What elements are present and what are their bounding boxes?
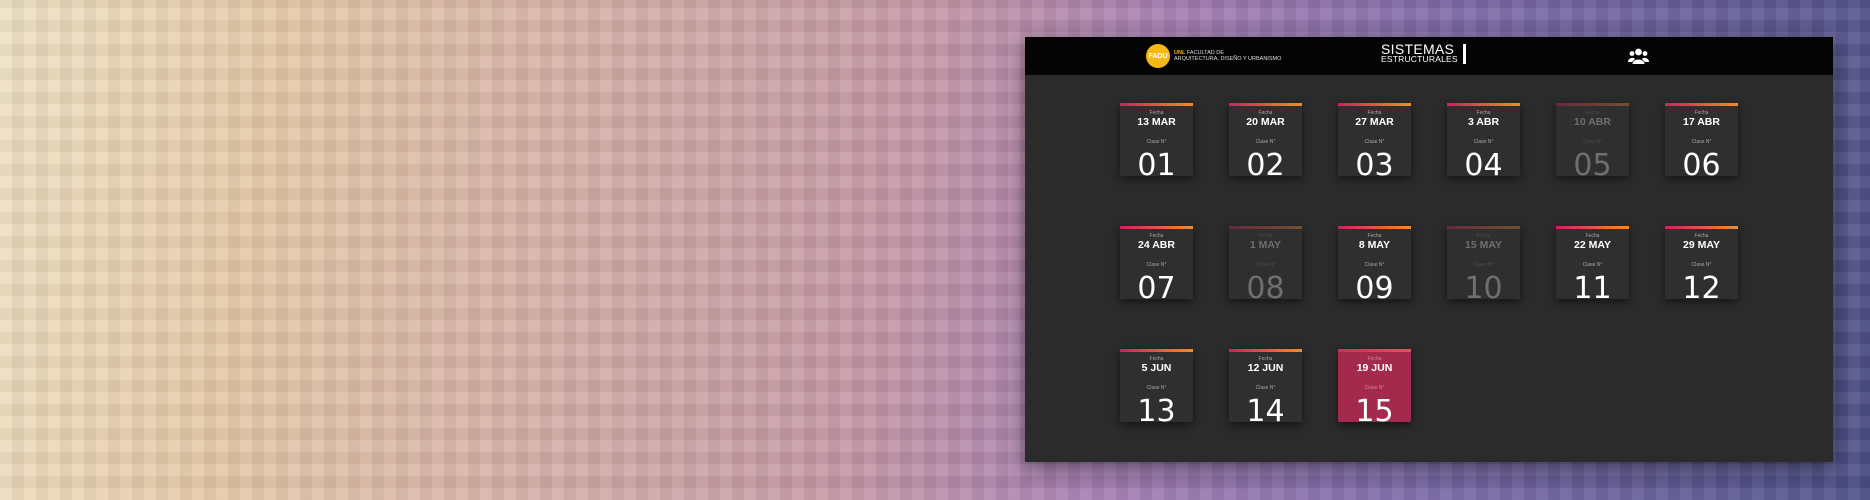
title-line2: ESTRUCTURALES	[1381, 54, 1458, 64]
class-number: 05	[1573, 148, 1612, 183]
clase-label: Clase N°	[1255, 385, 1276, 391]
class-date: 24 ABR	[1138, 239, 1175, 251]
class-card[interactable]: Fecha 20 MAR Clase N° 02	[1229, 103, 1302, 182]
class-number: 10	[1464, 271, 1503, 306]
clase-label: Clase N°	[1582, 139, 1603, 145]
faculty-line2: ARQUITECTURA, DISEÑO Y URBANISMO	[1174, 56, 1282, 62]
title-line1: SISTEMAS	[1381, 41, 1455, 57]
class-date: 13 MAR	[1137, 116, 1176, 128]
class-card[interactable]: Fecha 13 MAR Clase N° 01	[1120, 103, 1193, 182]
class-date: 15 MAY	[1465, 239, 1502, 251]
fecha-label: Fecha	[1258, 110, 1273, 116]
class-grid: Fecha 13 MAR Clase N° 01 Fecha 20 MAR Clase N°…	[1120, 103, 1738, 428]
class-card[interactable]: Fecha 8 MAY Clase N° 09	[1338, 226, 1411, 305]
class-number: 09	[1355, 271, 1394, 306]
class-number: 14	[1246, 394, 1285, 429]
clase-label: Clase N°	[1146, 385, 1167, 391]
faculty-line1: FACULTAD DE	[1186, 49, 1224, 56]
fecha-label: Fecha	[1694, 233, 1709, 239]
title-divider	[1462, 44, 1466, 64]
course-title: SISTEMAS ESTRUCTURALES	[1381, 41, 1466, 64]
clase-label: Clase N°	[1691, 262, 1712, 268]
university-label: UNL	[1174, 49, 1186, 56]
class-number: 03	[1355, 148, 1394, 183]
top-bar: FADU UNL FACULTAD DE ARQUITECTURA, DISEÑ…	[1025, 37, 1833, 75]
class-number: 11	[1573, 271, 1612, 306]
class-date: 3 ABR	[1467, 116, 1500, 128]
clase-label: Clase N°	[1473, 139, 1494, 145]
clase-label: Clase N°	[1364, 262, 1385, 268]
class-number: 07	[1137, 271, 1176, 306]
class-date: 17 ABR	[1683, 116, 1720, 128]
fecha-label: Fecha	[1367, 356, 1382, 362]
class-date: 29 MAY	[1683, 239, 1720, 251]
clase-label: Clase N°	[1255, 262, 1276, 268]
fecha-label: Fecha	[1476, 110, 1491, 116]
fecha-label: Fecha	[1367, 233, 1382, 239]
class-card[interactable]: Fecha 15 MAY Clase N° 10	[1447, 226, 1520, 305]
class-card[interactable]: Fecha 27 MAR Clase N° 03	[1338, 103, 1411, 182]
users-icon[interactable]	[1628, 48, 1649, 64]
fecha-label: Fecha	[1149, 356, 1164, 362]
class-date: 27 MAR	[1355, 116, 1394, 128]
clase-label: Clase N°	[1364, 139, 1385, 145]
class-card[interactable]: Fecha 22 MAY Clase N° 11	[1556, 226, 1629, 305]
clase-label: Clase N°	[1146, 262, 1167, 268]
fecha-label: Fecha	[1476, 233, 1491, 239]
fecha-label: Fecha	[1367, 110, 1382, 116]
class-card[interactable]: Fecha 19 JUN Clase N° 15	[1338, 349, 1411, 428]
fecha-label: Fecha	[1149, 110, 1164, 116]
clase-label: Clase N°	[1146, 139, 1167, 145]
class-card[interactable]: Fecha 24 ABR Clase N° 07	[1120, 226, 1193, 305]
fecha-label: Fecha	[1258, 356, 1273, 362]
class-card[interactable]: Fecha 1 MAY Clase N° 08	[1229, 226, 1302, 305]
class-number: 13	[1137, 394, 1176, 429]
class-date: 5 JUN	[1141, 362, 1172, 374]
class-date: 20 MAR	[1246, 116, 1285, 128]
clase-label: Clase N°	[1255, 139, 1276, 145]
clase-label: Clase N°	[1691, 139, 1712, 145]
class-date: 8 MAY	[1358, 239, 1391, 251]
class-number: 02	[1246, 148, 1285, 183]
class-date: 10 ABR	[1574, 116, 1611, 128]
class-card[interactable]: Fecha 12 JUN Clase N° 14	[1229, 349, 1302, 428]
class-card[interactable]: Fecha 10 ABR Clase N° 05	[1556, 103, 1629, 182]
class-number: 06	[1682, 148, 1721, 183]
class-date: 22 MAY	[1574, 239, 1611, 251]
app-window: FADU UNL FACULTAD DE ARQUITECTURA, DISEÑ…	[1025, 37, 1833, 462]
class-number: 15	[1355, 394, 1394, 429]
faculty-name: UNL FACULTAD DE ARQUITECTURA, DISEÑO Y U…	[1174, 50, 1281, 63]
fecha-label: Fecha	[1694, 110, 1709, 116]
fadu-logo: FADU	[1146, 44, 1170, 68]
class-number: 08	[1246, 271, 1285, 306]
class-card[interactable]: Fecha 3 ABR Clase N° 04	[1447, 103, 1520, 182]
faculty-brand[interactable]: FADU UNL FACULTAD DE ARQUITECTURA, DISEÑ…	[1146, 44, 1281, 68]
class-number: 04	[1464, 148, 1503, 183]
class-card[interactable]: Fecha 17 ABR Clase N° 06	[1665, 103, 1738, 182]
class-date: 19 JUN	[1356, 362, 1393, 374]
class-card[interactable]: Fecha 5 JUN Clase N° 13	[1120, 349, 1193, 428]
fecha-label: Fecha	[1585, 233, 1600, 239]
class-date: 1 MAY	[1249, 239, 1282, 251]
fecha-label: Fecha	[1585, 110, 1600, 116]
class-date: 12 JUN	[1247, 362, 1284, 374]
fecha-label: Fecha	[1149, 233, 1164, 239]
clase-label: Clase N°	[1582, 262, 1603, 268]
clase-label: Clase N°	[1364, 385, 1385, 391]
clase-label: Clase N°	[1473, 262, 1494, 268]
class-number: 12	[1682, 271, 1721, 306]
class-card[interactable]: Fecha 29 MAY Clase N° 12	[1665, 226, 1738, 305]
class-number: 01	[1137, 148, 1176, 183]
fecha-label: Fecha	[1258, 233, 1273, 239]
